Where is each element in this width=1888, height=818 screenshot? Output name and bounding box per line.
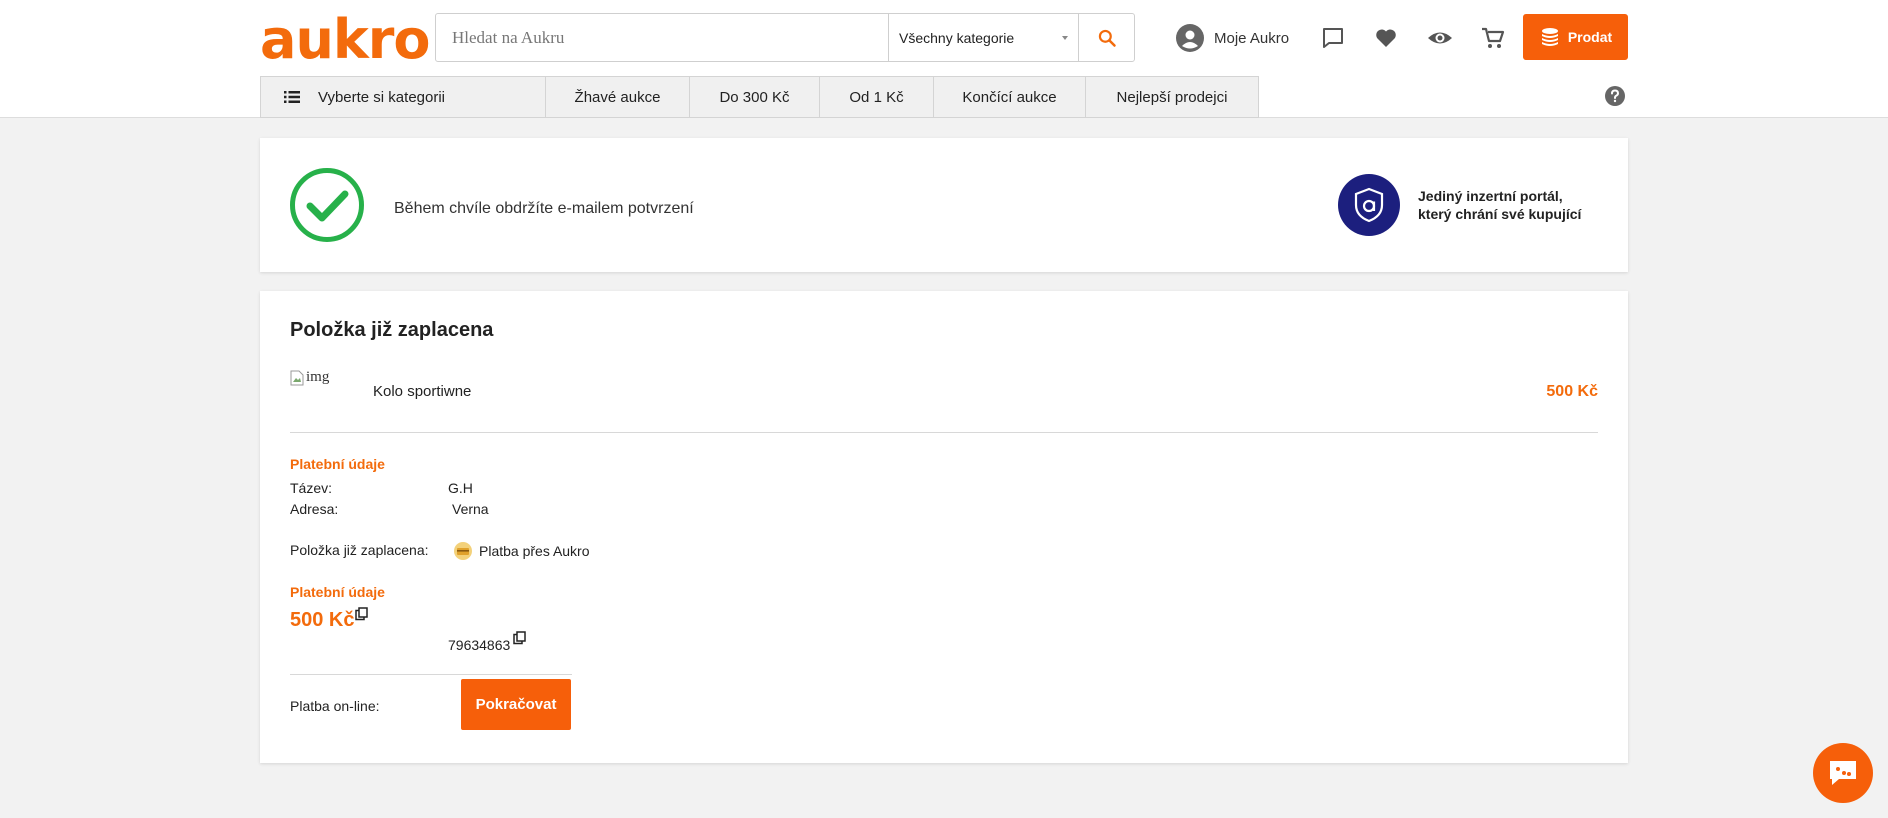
- help-icon[interactable]: [1605, 86, 1625, 106]
- nav-from-1[interactable]: Od 1 Kč: [820, 77, 934, 117]
- name-label: Tázev:: [290, 480, 333, 496]
- search-icon: [1098, 29, 1116, 47]
- aukro-logo[interactable]: aukro: [260, 10, 431, 70]
- heart-icon[interactable]: [1374, 26, 1398, 50]
- item-image-alt: img: [306, 369, 330, 385]
- paid-label: Položka již zaplacena:: [290, 542, 429, 558]
- eye-icon[interactable]: [1427, 26, 1453, 50]
- account-link[interactable]: Moje Aukro: [1176, 24, 1289, 52]
- category-nav: Vyberte si kategorii Žhavé aukce Do 300 …: [260, 76, 1259, 118]
- account-number: 79634863: [448, 631, 527, 653]
- sell-button[interactable]: Prodat: [1523, 14, 1628, 60]
- payment-method-label: Platba přes Aukro: [479, 543, 590, 559]
- nav-ending-auctions[interactable]: Končící aukce: [934, 77, 1086, 117]
- divider: [290, 674, 572, 675]
- search-bar: Všechny kategorie: [435, 13, 1135, 62]
- item-name[interactable]: Kolo sportiwne: [373, 383, 471, 400]
- coins-icon: [1541, 28, 1558, 46]
- buyer-protection-text: Jediný inzertní portál, který chrání své…: [1418, 187, 1618, 223]
- nav-under-300[interactable]: Do 300 Kč: [690, 77, 820, 117]
- messages-icon[interactable]: [1321, 26, 1345, 50]
- nav-top-sellers[interactable]: Nejlepší prodejci: [1086, 77, 1258, 117]
- category-select-label: Všechny kategorie: [899, 29, 1015, 46]
- payment-details-heading-2: Platební údaje: [290, 584, 385, 600]
- nav-categories-label: Vyberte si kategorii: [318, 88, 446, 106]
- success-check-icon: [290, 168, 364, 242]
- divider: [290, 432, 1598, 433]
- address-label: Adresa:: [290, 501, 339, 517]
- address-value: Verna: [452, 501, 489, 517]
- order-details-card: Položka již zaplacena img Kolo sportiwne…: [260, 291, 1628, 763]
- nav-categories[interactable]: Vyberte si kategorii: [261, 77, 546, 117]
- payment-details-heading: Platební údaje: [290, 456, 385, 472]
- amount-value: 500 Kč: [290, 609, 355, 631]
- aukro-payment-icon: [454, 542, 472, 560]
- confirmation-message: Během chvíle obdržíte e-mailem potvrzení: [394, 200, 694, 217]
- continue-button[interactable]: Pokračovat: [461, 679, 571, 730]
- buyer-protection-shield-icon: [1338, 174, 1400, 236]
- caret-down-icon: [1062, 35, 1068, 40]
- payment-method: Platba přes Aukro: [453, 541, 590, 561]
- list-icon: [284, 91, 300, 103]
- header: aukro Všechny kategorie Moje Aukro Proda…: [0, 0, 1888, 118]
- category-select[interactable]: Všechny kategorie: [888, 14, 1078, 61]
- chat-icon: [1830, 761, 1856, 785]
- account-label: Moje Aukro: [1214, 29, 1290, 47]
- broken-image-icon: [290, 370, 304, 385]
- page-title: Položka již zaplacena: [290, 319, 494, 341]
- item-image[interactable]: img: [290, 369, 329, 386]
- sell-label: Prodat: [1567, 29, 1613, 45]
- online-payment-label: Platba on-line:: [290, 698, 380, 714]
- guarantee-line-1: Jediný inzertní portál,: [1418, 188, 1563, 204]
- name-value: G.H: [448, 480, 473, 496]
- account-number-value: 79634863: [448, 637, 511, 653]
- copy-amount-icon[interactable]: [354, 607, 369, 621]
- nav-hot-auctions[interactable]: Žhavé aukce: [546, 77, 690, 117]
- search-input[interactable]: [436, 14, 888, 61]
- user-avatar-icon: [1176, 24, 1204, 52]
- search-button[interactable]: [1078, 14, 1134, 61]
- amount-to-pay: 500 Kč: [290, 607, 369, 632]
- confirmation-card: Během chvíle obdržíte e-mailem potvrzení…: [260, 138, 1628, 272]
- copy-account-icon[interactable]: [513, 631, 527, 645]
- guarantee-line-2: který chrání své kupující: [1418, 206, 1582, 222]
- chat-button[interactable]: [1813, 743, 1873, 803]
- cart-icon[interactable]: [1481, 26, 1505, 50]
- item-price: 500 Kč: [1546, 383, 1598, 400]
